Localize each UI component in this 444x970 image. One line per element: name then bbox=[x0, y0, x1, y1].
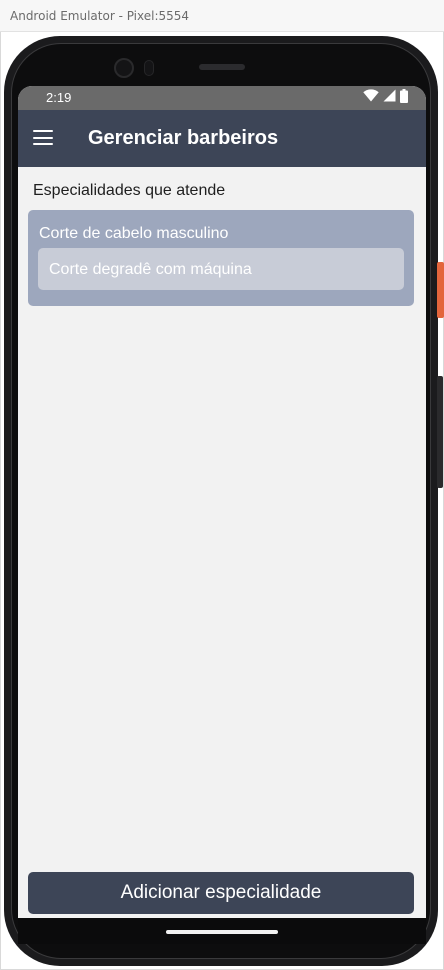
hamburger-menu-icon[interactable] bbox=[33, 130, 55, 147]
add-specialty-button[interactable]: Adicionar especialidade bbox=[28, 872, 414, 914]
navigation-bar bbox=[18, 918, 426, 944]
status-icons bbox=[363, 88, 408, 108]
status-time: 2:19 bbox=[46, 90, 72, 105]
emulator-window: Android Emulator - Pixel:5554 2:19 Geren… bbox=[0, 0, 444, 970]
proximity-sensor bbox=[144, 60, 154, 76]
specialty-service-item[interactable]: Corte degradê com máquina bbox=[38, 248, 404, 290]
specialty-category: Corte de cabelo masculino bbox=[39, 225, 229, 242]
add-specialty-button-label: Adicionar especialidade bbox=[120, 882, 322, 903]
battery-icon bbox=[400, 88, 408, 108]
earpiece-speaker bbox=[199, 64, 245, 70]
app-bar: Gerenciar barbeiros bbox=[18, 110, 426, 167]
emulator-titlebar[interactable]: Android Emulator - Pixel:5554 bbox=[0, 0, 444, 32]
section-label: Especialidades que atende bbox=[33, 182, 226, 199]
power-button[interactable] bbox=[437, 262, 444, 318]
page-title: Gerenciar barbeiros bbox=[88, 127, 279, 149]
status-bar: 2:19 bbox=[18, 86, 426, 110]
front-camera bbox=[114, 58, 134, 78]
specialty-card[interactable]: Corte de cabelo masculino Corte degradê … bbox=[28, 210, 414, 306]
home-gesture-handle[interactable] bbox=[166, 930, 278, 934]
wifi-icon bbox=[363, 89, 379, 107]
cell-signal-icon bbox=[383, 89, 396, 107]
device-screen: 2:19 Gerenciar barbeiros Especialidades … bbox=[18, 86, 426, 944]
emulator-title: Android Emulator - Pixel:5554 bbox=[10, 9, 190, 23]
volume-button[interactable] bbox=[437, 376, 443, 488]
specialty-service-label: Corte degradê com máquina bbox=[49, 261, 252, 278]
